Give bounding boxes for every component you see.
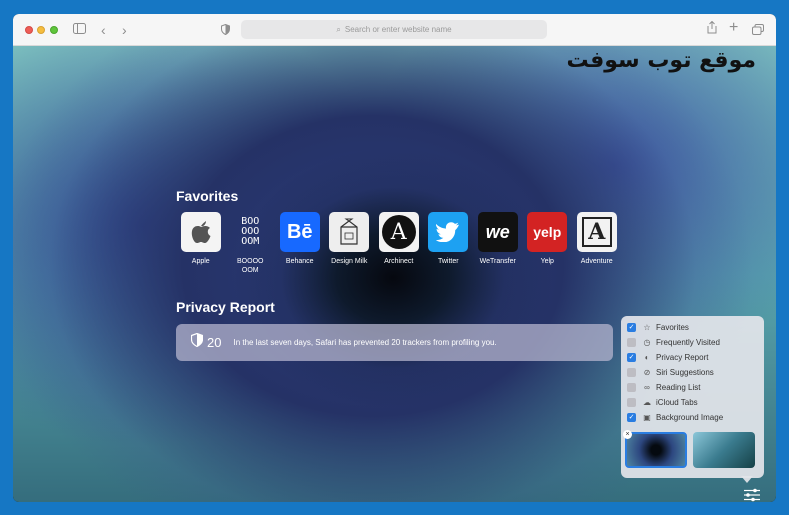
tab-overview-icon[interactable] (752, 23, 764, 39)
privacy-shield-icon[interactable] (221, 23, 230, 39)
favorite-apple[interactable]: Apple (176, 212, 226, 275)
twitter-bird-icon (428, 212, 469, 252)
option-label: Siri Suggestions (656, 367, 714, 377)
share-icon[interactable] (707, 20, 717, 38)
adventure-logo-letter: A (581, 217, 612, 247)
option-label: Favorites (656, 322, 689, 332)
option-background-image[interactable]: ✓ ▣ Background Image (627, 410, 723, 424)
favorite-label: Design Milk (331, 258, 368, 265)
option-label: iCloud Tabs (656, 397, 698, 407)
sidebar-toggle-icon[interactable] (73, 22, 86, 38)
privacy-shield-icon (190, 332, 204, 352)
option-label: Background Image (656, 412, 724, 422)
search-icon: ⌕ (336, 24, 341, 34)
zoom-window-button[interactable] (50, 26, 58, 34)
option-label: Privacy Report (656, 352, 709, 362)
remove-background-icon[interactable]: × (623, 430, 632, 439)
option-privacy-report[interactable]: ✓ ◐ Privacy Report (627, 350, 708, 364)
favorite-label: Apple (191, 258, 210, 265)
checkbox-unchecked-icon[interactable] (627, 337, 636, 347)
favorite-design-milk[interactable]: Design Milk (325, 212, 375, 275)
favorite-label: Adventure (580, 258, 613, 265)
adventure-logo: A (576, 212, 617, 252)
checkbox-unchecked-icon[interactable] (627, 382, 636, 392)
favorite-wetransfer[interactable]: we WeTransfer (473, 212, 523, 275)
archinect-logo: A (378, 212, 419, 252)
option-label: Reading List (656, 382, 701, 392)
checkbox-unchecked-icon[interactable] (627, 397, 636, 407)
shield-icon: ◐ (644, 352, 650, 362)
favorite-archinect[interactable]: A Archinect (374, 212, 424, 275)
compass-icon: ⊘ (643, 367, 651, 377)
option-reading-list[interactable]: ∞ Reading List (627, 380, 700, 394)
archinect-logo-letter: A (381, 215, 416, 249)
milk-carton-icon (329, 212, 370, 252)
favorite-behance[interactable]: Bē Behance (275, 212, 325, 275)
favorite-label: Behance (285, 258, 314, 265)
star-icon: ☆ (643, 322, 651, 332)
address-placeholder: Search or enter website name (344, 25, 452, 34)
favorites-title: Favorites (176, 188, 239, 204)
toolbar: ‹ › ⌕ Search or enter website name + (13, 14, 776, 46)
minimize-window-button[interactable] (37, 26, 45, 34)
start-page: موقع توب سوفت Favorites Apple BOO OOO OO… (13, 46, 776, 502)
customize-start-page-panel: ✓ ☆ Favorites ◷ Frequently Visited ✓ ◐ P… (621, 316, 764, 478)
checkbox-checked-icon[interactable]: ✓ (627, 322, 636, 332)
customize-sliders-icon[interactable] (743, 488, 761, 502)
new-tab-icon[interactable]: + (729, 20, 738, 36)
checkbox-checked-icon[interactable]: ✓ (627, 352, 636, 362)
privacy-report-card[interactable]: 20 In the last seven days, Safari has pr… (176, 324, 613, 361)
favorite-twitter[interactable]: Twitter (424, 212, 474, 275)
tracker-count: 20 (207, 335, 222, 350)
yelp-logo: yelp (527, 212, 568, 252)
favorite-adventure[interactable]: A Adventure (572, 212, 622, 275)
option-icloud-tabs[interactable]: ☁ iCloud Tabs (627, 395, 698, 409)
watermark-text: موقع توب سوفت (566, 48, 756, 73)
favorite-label: BOOOOOOM (237, 258, 264, 274)
privacy-report-title: Privacy Report (176, 299, 275, 315)
option-favorites[interactable]: ✓ ☆ Favorites (627, 320, 689, 334)
background-thumbnails: × (623, 430, 761, 468)
safari-window: ‹ › ⌕ Search or enter website name + موق… (13, 14, 776, 502)
boooooom-logo: BOO OOO OOM (241, 216, 260, 247)
checkbox-unchecked-icon[interactable] (627, 367, 636, 377)
back-icon[interactable]: ‹ (101, 22, 106, 38)
behance-logo: Bē (279, 212, 320, 252)
favorites-grid: Apple BOO OOO OOM BOOOOOOM Bē Behance De… (176, 212, 622, 275)
wetransfer-logo: we (477, 212, 518, 252)
privacy-message: In the last seven days, Safari has preve… (233, 338, 497, 347)
option-frequently-visited[interactable]: ◷ Frequently Visited (627, 335, 720, 349)
favorite-label: Yelp (540, 258, 554, 265)
background-thumbnail-selected[interactable]: × (623, 430, 687, 468)
clock-icon: ◷ (643, 337, 651, 347)
favorite-yelp[interactable]: yelp Yelp (523, 212, 573, 275)
favorite-boooooom[interactable]: BOO OOO OOM BOOOOOOM (226, 212, 276, 275)
glasses-icon: ∞ (644, 382, 650, 392)
apple-logo-icon (180, 212, 221, 252)
forward-icon[interactable]: › (122, 22, 127, 38)
close-window-button[interactable] (25, 26, 33, 34)
panel-pointer (741, 476, 753, 483)
background-thumbnail[interactable] (693, 432, 755, 468)
image-icon: ▣ (643, 412, 651, 422)
checkbox-checked-icon[interactable]: ✓ (627, 412, 636, 422)
favorite-label: WeTransfer (479, 258, 516, 265)
favorite-label: Twitter (437, 258, 459, 265)
option-label: Frequently Visited (656, 337, 720, 347)
favorite-label: Archinect (384, 258, 414, 265)
address-bar[interactable]: ⌕ Search or enter website name (241, 20, 547, 39)
option-siri-suggestions[interactable]: ⊘ Siri Suggestions (627, 365, 714, 379)
cloud-icon: ☁ (643, 397, 651, 407)
